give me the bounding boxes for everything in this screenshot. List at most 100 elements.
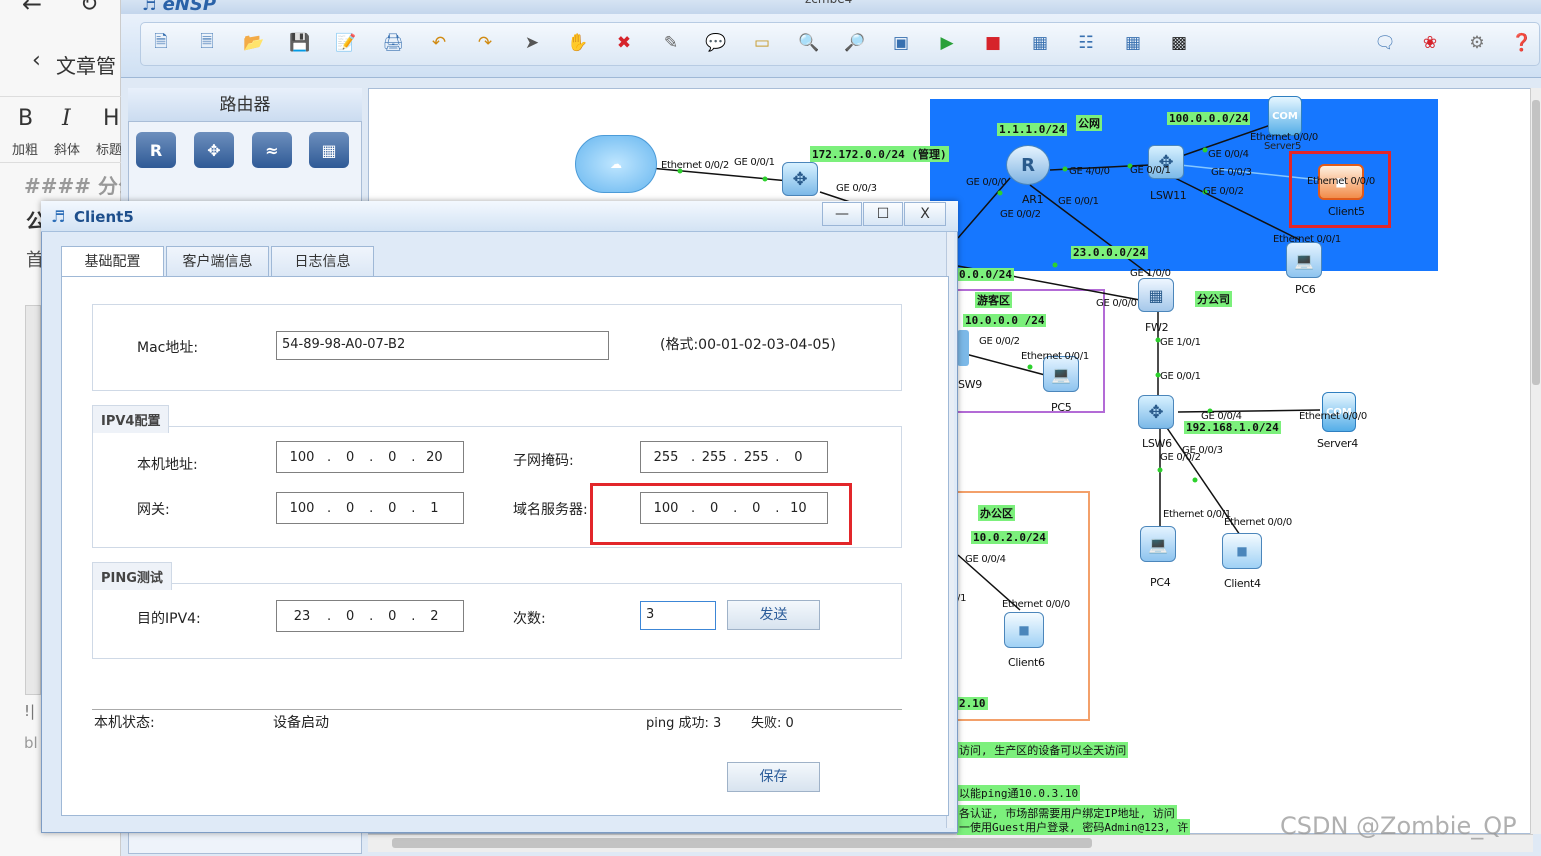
client4-icon[interactable]: ■ [1222,533,1262,569]
dns-highlight-box [590,483,852,545]
zone-label[interactable]: 游客区 [975,292,1012,308]
heading-icon[interactable]: H [103,106,120,131]
horizontal-scroll-thumb[interactable] [392,838,1092,848]
subnet-mask-input[interactable]: 255. 255. 255. 0 [640,441,828,473]
italic-icon[interactable]: I [62,106,71,131]
new-topology-icon[interactable]: 🗎 [148,30,174,56]
note-label[interactable]: 访问, 生产区的设备可以全天访问 [957,742,1129,758]
help-icon[interactable]: ❓ [1509,30,1535,56]
tab-client-info[interactable]: 客户端信息 [166,246,269,277]
topology-icon[interactable]: ☷ [1073,30,1099,56]
network-label[interactable]: 0.0.0/24 [957,268,1014,281]
save-button[interactable]: 保存 [727,762,820,792]
capture-icon[interactable]: ▦ [1027,30,1053,56]
bold-icon[interactable]: B [18,106,33,131]
network-label[interactable]: 23.0.0.0/24 [1071,246,1148,259]
zone-label[interactable]: 分公司 [1195,291,1232,307]
device-name: Client4 [1224,577,1261,590]
device-name: Client6 [1008,656,1045,669]
router-ne-icon[interactable]: ✥ [194,132,234,168]
port-label: Ethernet 0/0/1 [1021,351,1089,362]
network-label[interactable]: 10.0.2.0/24 [971,531,1048,544]
fit-view-icon[interactable]: ▣ [888,30,914,56]
send-button[interactable]: 发送 [727,600,820,630]
delete-link-icon[interactable]: ✎ [658,30,684,56]
sw9-switch-icon[interactable] [957,330,969,366]
start-device-icon[interactable]: ▶ [934,30,960,56]
maximize-button[interactable]: ☐ [863,202,903,226]
firewall-icon[interactable]: ▦ [309,132,349,168]
minimize-button[interactable]: — [822,202,862,226]
device-name: PC6 [1295,283,1316,296]
bold-label: 加粗 [12,143,39,158]
terminal-icon[interactable]: ▩ [1166,30,1192,56]
new-example-icon[interactable]: 🗏 [194,30,220,56]
tab-basic-config[interactable]: 基础配置 [61,246,164,277]
print-icon[interactable]: 🖨 [380,30,406,56]
back-icon[interactable]: ← [22,0,42,18]
gateway-input[interactable]: 100. 0. 0. 1 [276,492,464,524]
redo-icon[interactable]: ↷ [472,30,498,56]
port-label: GE 0/0/4 [1208,149,1249,160]
open-icon[interactable]: 📂 [241,30,267,56]
rectangle-icon[interactable]: ▭ [749,30,775,56]
network-label[interactable]: 192.168.1.0/24 [1184,421,1281,434]
pc6-icon[interactable]: 💻 [1286,242,1322,278]
close-button[interactable]: X [904,202,946,226]
text-comment-icon[interactable]: 💬 [703,30,729,56]
ping-section-title: PING测试 [92,562,172,590]
reload-icon[interactable]: ↻ [80,0,98,17]
count-input[interactable]: 3 [640,601,716,630]
article-manage-link[interactable]: 文章管 [56,50,116,79]
grid-icon[interactable]: ▦ [1120,30,1146,56]
huawei-logo-icon[interactable]: ❀ [1417,30,1443,56]
note-label[interactable]: 以能ping通10.0.3.10 [957,785,1081,801]
vertical-scroll-thumb[interactable] [1532,100,1540,385]
stop-device-icon[interactable]: ■ [980,30,1006,56]
dialog-titlebar[interactable] [41,201,958,232]
client-app-icon: ♬ [51,207,66,226]
feedback-icon[interactable]: 🗨 [1372,30,1398,56]
dest-ip-input[interactable]: 23. 0. 0. 2 [276,600,464,632]
status-value: 设备启动 [273,715,329,731]
settings-gear-icon[interactable]: ⚙ [1464,30,1490,56]
port-label: GE 0/0/2 [979,336,1020,347]
hand-drag-icon[interactable]: ✋ [565,30,591,56]
wireless-router-icon[interactable]: ≈ [252,132,292,168]
pc4-icon[interactable]: 💻 [1140,526,1176,562]
zone-label[interactable]: 办公区 [978,505,1015,521]
router-ar-icon[interactable]: R [136,132,176,168]
save-as-icon[interactable]: 📝 [333,30,359,56]
ar1-router-icon[interactable]: R [1006,145,1050,185]
zoom-in-icon[interactable]: 🔍 [796,30,822,56]
mac-address-input[interactable]: 54-89-98-A0-07-B2 [276,331,609,360]
count-label: 次数: [513,611,546,627]
network-label[interactable]: 10.0.0.0 /24 [963,314,1047,327]
client6-icon[interactable]: ■ [1004,612,1044,648]
network-label[interactable]: 172.172.0.0/24 (管理) [810,146,949,162]
cloud-icon[interactable]: ☁ [575,135,657,193]
zoom-out-icon[interactable]: 🔎 [842,30,868,56]
back-chevron-icon[interactable]: ‹ [32,48,41,73]
save-icon[interactable]: 💾 [287,30,313,56]
undo-icon[interactable]: ↶ [426,30,452,56]
zone-label[interactable]: 公网 [1076,115,1102,131]
delete-icon[interactable]: ✖ [611,30,637,56]
port-label: Ethernet 0/0/2 [661,160,729,171]
server5-icon[interactable]: COM [1268,96,1302,136]
tab-log-info[interactable]: 日志信息 [271,246,374,277]
select-pointer-icon[interactable]: ➤ [519,30,545,56]
mac-format-hint: (格式:00-01-02-03-04-05) [660,337,836,353]
network-label[interactable]: 1.1.1.0/24 [997,123,1068,136]
note-label[interactable]: 一使用Guest用户登录, 密码Admin@123, 许 [957,819,1191,835]
network-label[interactable]: 100.0.0.0/24 [1167,112,1251,125]
lsw6-switch-icon[interactable]: ✥ [1138,395,1174,429]
fw2-firewall-icon[interactable]: ▦ [1138,278,1174,312]
port-label: GE 0/0/3 [1211,167,1252,178]
ping-fail-count: 失败: 0 [751,716,794,731]
dialog-title: Client5 [74,208,134,226]
port-label: GE 0/0/2 [1203,186,1244,197]
network-label[interactable]: 2.10 [957,697,988,710]
management-switch-icon[interactable]: ✥ [782,162,818,196]
local-ip-input[interactable]: 100. 0. 0. 20 [276,441,464,473]
